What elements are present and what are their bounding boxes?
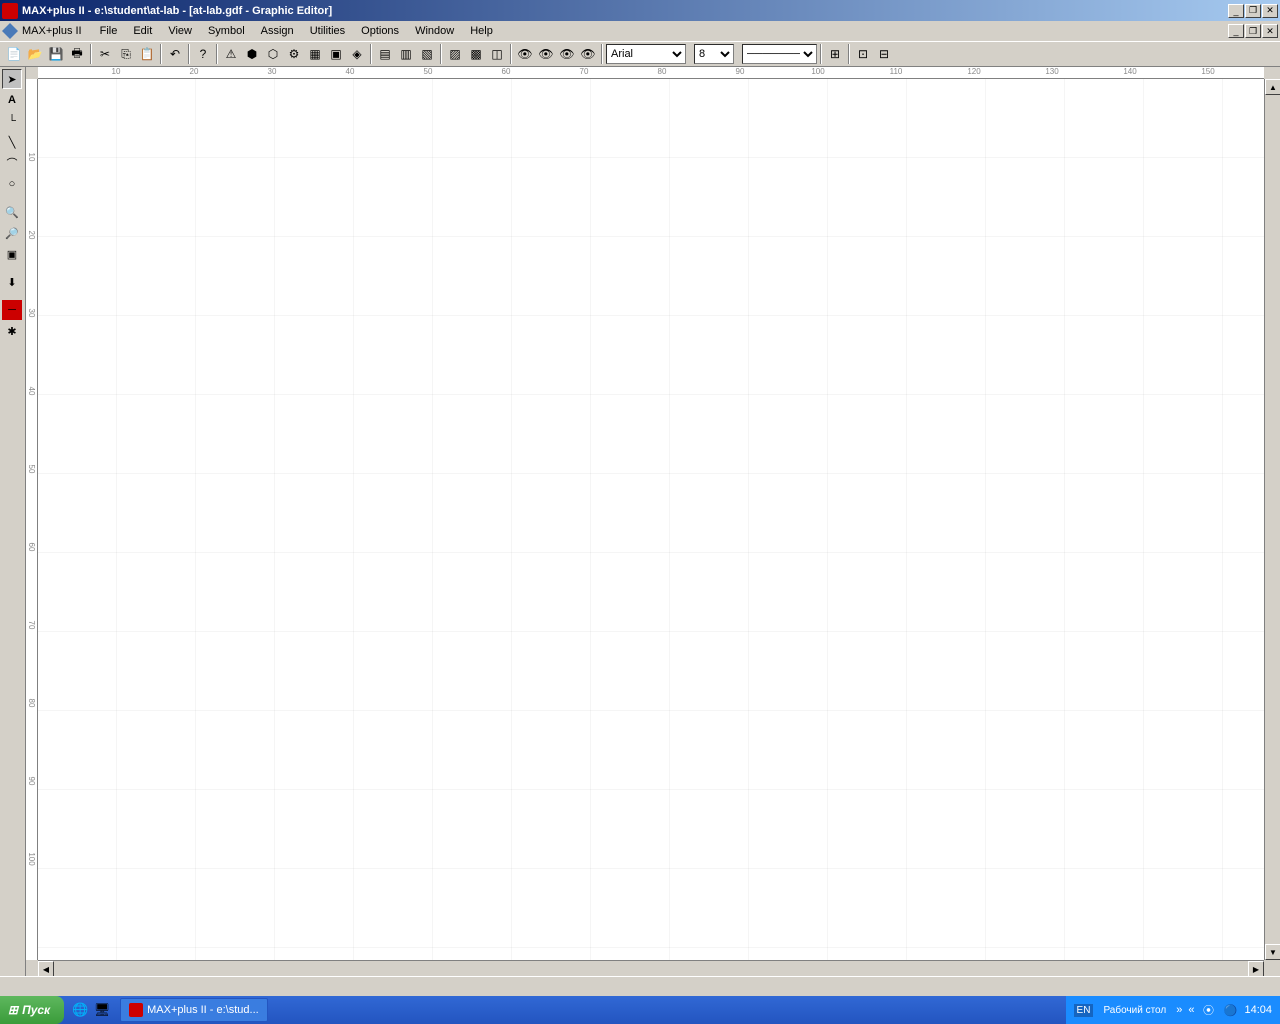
schematic[interactable]: 5 x1 INPUT VCC 8 x2 INPUT VCC bbox=[38, 79, 338, 229]
task-item-maxplus[interactable]: MAX+plus II - e:\stud... bbox=[120, 998, 268, 1022]
cut-icon[interactable]: ✂ bbox=[95, 44, 115, 64]
circle-tool-icon[interactable]: ○ bbox=[2, 174, 22, 194]
mdi-icon bbox=[2, 23, 18, 39]
grid-icon[interactable]: ⊞ bbox=[825, 44, 845, 64]
text-tool-icon[interactable]: A bbox=[2, 90, 22, 110]
desktop-icon[interactable]: 🖥 bbox=[92, 1000, 112, 1020]
scroll-right-icon[interactable]: ▶ bbox=[1248, 961, 1264, 977]
tray-chevron2-icon[interactable]: « bbox=[1188, 1004, 1194, 1016]
taskbar: ⊞ Пуск 🌐 🖥 MAX+plus II - e:\stud... EN Р… bbox=[0, 996, 1280, 1024]
eye1-icon[interactable]: 👁 bbox=[515, 44, 535, 64]
system-tray: EN Рабочий стол » « ⦿ 🔵 14:04 bbox=[1066, 996, 1280, 1024]
orth-line-tool-icon[interactable]: └ bbox=[2, 111, 22, 131]
ruler-vertical: 1020 3040 5060 7080 90100 bbox=[26, 79, 38, 960]
desktop-label[interactable]: Рабочий стол bbox=[1099, 1005, 1170, 1016]
toolbar: 📄 📂 💾 🖶 ✂ ⎘ 📋 ↶ ? ⚠ ⬢ ⬡ ⚙ ▦ ▣ ◈ ▤ ▥ ▧ ▨ … bbox=[0, 41, 1280, 67]
scroll-up-icon[interactable]: ▲ bbox=[1265, 79, 1280, 95]
menu-options[interactable]: Options bbox=[353, 23, 407, 39]
mdi-close-button[interactable]: ✕ bbox=[1262, 24, 1278, 38]
mdi-title: MAX+plus II bbox=[22, 25, 82, 37]
tool7-icon[interactable]: ▤ bbox=[375, 44, 395, 64]
scroll-left-icon[interactable]: ◀ bbox=[38, 961, 54, 977]
tray-icon-1[interactable]: ⦿ bbox=[1200, 1002, 1216, 1018]
menu-utilities[interactable]: Utilities bbox=[302, 23, 353, 39]
font-select[interactable]: Arial bbox=[606, 44, 686, 64]
task-label: MAX+plus II - e:\stud... bbox=[147, 1004, 259, 1016]
tool10-icon[interactable]: ▨ bbox=[445, 44, 465, 64]
menu-window[interactable]: Window bbox=[407, 23, 462, 39]
status-bar bbox=[0, 976, 1280, 996]
tool8-icon[interactable]: ▥ bbox=[396, 44, 416, 64]
canvas[interactable]: 5 x1 INPUT VCC 8 x2 INPUT VCC bbox=[38, 79, 1264, 960]
tool6-icon[interactable]: ◈ bbox=[347, 44, 367, 64]
tray-chevron-icon[interactable]: » bbox=[1176, 1004, 1182, 1016]
line-tool-icon[interactable]: ╲ bbox=[2, 132, 22, 152]
scrollbar-vertical[interactable]: ▲ ▼ bbox=[1264, 79, 1280, 960]
ie-icon[interactable]: 🌐 bbox=[70, 1000, 90, 1020]
title-bar: MAX+plus II - e:\student\at-lab - [at-la… bbox=[0, 0, 1280, 21]
scrollbar-horizontal[interactable]: ◀ ▶ bbox=[38, 960, 1264, 976]
task-app-icon bbox=[129, 1003, 143, 1017]
windows-logo-icon: ⊞ bbox=[8, 1003, 18, 1017]
snap1-icon[interactable]: ⊡ bbox=[853, 44, 873, 64]
minimize-button[interactable]: _ bbox=[1228, 4, 1244, 18]
menu-assign[interactable]: Assign bbox=[253, 23, 302, 39]
size-select[interactable]: 8 bbox=[694, 44, 734, 64]
ruler-horizontal: 1020 3040 5060 7080 90100 110120 130140 … bbox=[38, 67, 1264, 79]
menu-symbol[interactable]: Symbol bbox=[200, 23, 253, 39]
tray-icon-2[interactable]: 🔵 bbox=[1222, 1002, 1238, 1018]
rubber-icon[interactable]: ─ bbox=[2, 300, 22, 320]
pointer-tool-icon[interactable]: ➤ bbox=[2, 69, 22, 89]
zoom-out-icon[interactable]: 🔎 bbox=[2, 223, 22, 243]
tool3-icon[interactable]: ⚙ bbox=[284, 44, 304, 64]
new-icon[interactable]: 📄 bbox=[4, 44, 24, 64]
tool5-icon[interactable]: ▣ bbox=[326, 44, 346, 64]
menu-file[interactable]: File bbox=[92, 23, 126, 39]
undo-icon[interactable]: ↶ bbox=[165, 44, 185, 64]
tool-icon[interactable]: ⬢ bbox=[242, 44, 262, 64]
eye4-icon[interactable]: 👁 bbox=[578, 44, 598, 64]
tool-palette: ➤ A └ ╲ ⌒ ○ 🔍 🔎 ▣ ⬇ ─ ✱ bbox=[0, 67, 26, 976]
menu-help[interactable]: Help bbox=[462, 23, 501, 39]
quick-launch: 🌐 🖥 bbox=[64, 1000, 118, 1020]
scroll-down-icon[interactable]: ▼ bbox=[1265, 944, 1280, 960]
tool2-icon[interactable]: ⬡ bbox=[263, 44, 283, 64]
mdi-maximize-button[interactable]: ❐ bbox=[1245, 24, 1261, 38]
zoom-in-icon[interactable]: 🔍 bbox=[2, 202, 22, 222]
help-icon[interactable]: ? bbox=[193, 44, 213, 64]
copy-icon[interactable]: ⎘ bbox=[116, 44, 136, 64]
window-title: MAX+plus II - e:\student\at-lab - [at-la… bbox=[22, 5, 1228, 17]
tool11-icon[interactable]: ▩ bbox=[466, 44, 486, 64]
menu-bar: File Edit View Symbol Assign Utilities O… bbox=[92, 23, 501, 39]
app-icon bbox=[2, 3, 18, 19]
mdi-bar: MAX+plus II File Edit View Symbol Assign… bbox=[0, 21, 1280, 41]
clock[interactable]: 14:04 bbox=[1244, 1004, 1272, 1016]
eye3-icon[interactable]: 👁 bbox=[557, 44, 577, 64]
tool9-icon[interactable]: ▧ bbox=[417, 44, 437, 64]
start-label: Пуск bbox=[22, 1003, 50, 1017]
close-button[interactable]: ✕ bbox=[1262, 4, 1278, 18]
maximize-button[interactable]: ❐ bbox=[1245, 4, 1261, 18]
line-style-select[interactable]: ─────── bbox=[742, 44, 817, 64]
arc-tool-icon[interactable]: ⌒ bbox=[2, 153, 22, 173]
work-area: ➤ A └ ╲ ⌒ ○ 🔍 🔎 ▣ ⬇ ─ ✱ 1020 3040 5060 7… bbox=[0, 67, 1280, 976]
paste-icon[interactable]: 📋 bbox=[137, 44, 157, 64]
start-button[interactable]: ⊞ Пуск bbox=[0, 996, 64, 1024]
tool12-icon[interactable]: ◫ bbox=[487, 44, 507, 64]
menu-edit[interactable]: Edit bbox=[125, 23, 160, 39]
print-icon[interactable]: 🖶 bbox=[67, 44, 87, 64]
misc-icon[interactable]: ✱ bbox=[2, 321, 22, 341]
menu-view[interactable]: View bbox=[160, 23, 200, 39]
tool4-icon[interactable]: ▦ bbox=[305, 44, 325, 64]
eye2-icon[interactable]: 👁 bbox=[536, 44, 556, 64]
compile-icon[interactable]: ⚠ bbox=[221, 44, 241, 64]
open-icon[interactable]: 📂 bbox=[25, 44, 45, 64]
snap2-icon[interactable]: ⊟ bbox=[874, 44, 894, 64]
language-indicator[interactable]: EN bbox=[1074, 1004, 1094, 1017]
fit-icon[interactable]: ▣ bbox=[2, 244, 22, 264]
mdi-minimize-button[interactable]: _ bbox=[1228, 24, 1244, 38]
connect-icon[interactable]: ⬇ bbox=[2, 272, 22, 292]
save-icon[interactable]: 💾 bbox=[46, 44, 66, 64]
canvas-container: 1020 3040 5060 7080 90100 110120 130140 … bbox=[26, 67, 1280, 976]
